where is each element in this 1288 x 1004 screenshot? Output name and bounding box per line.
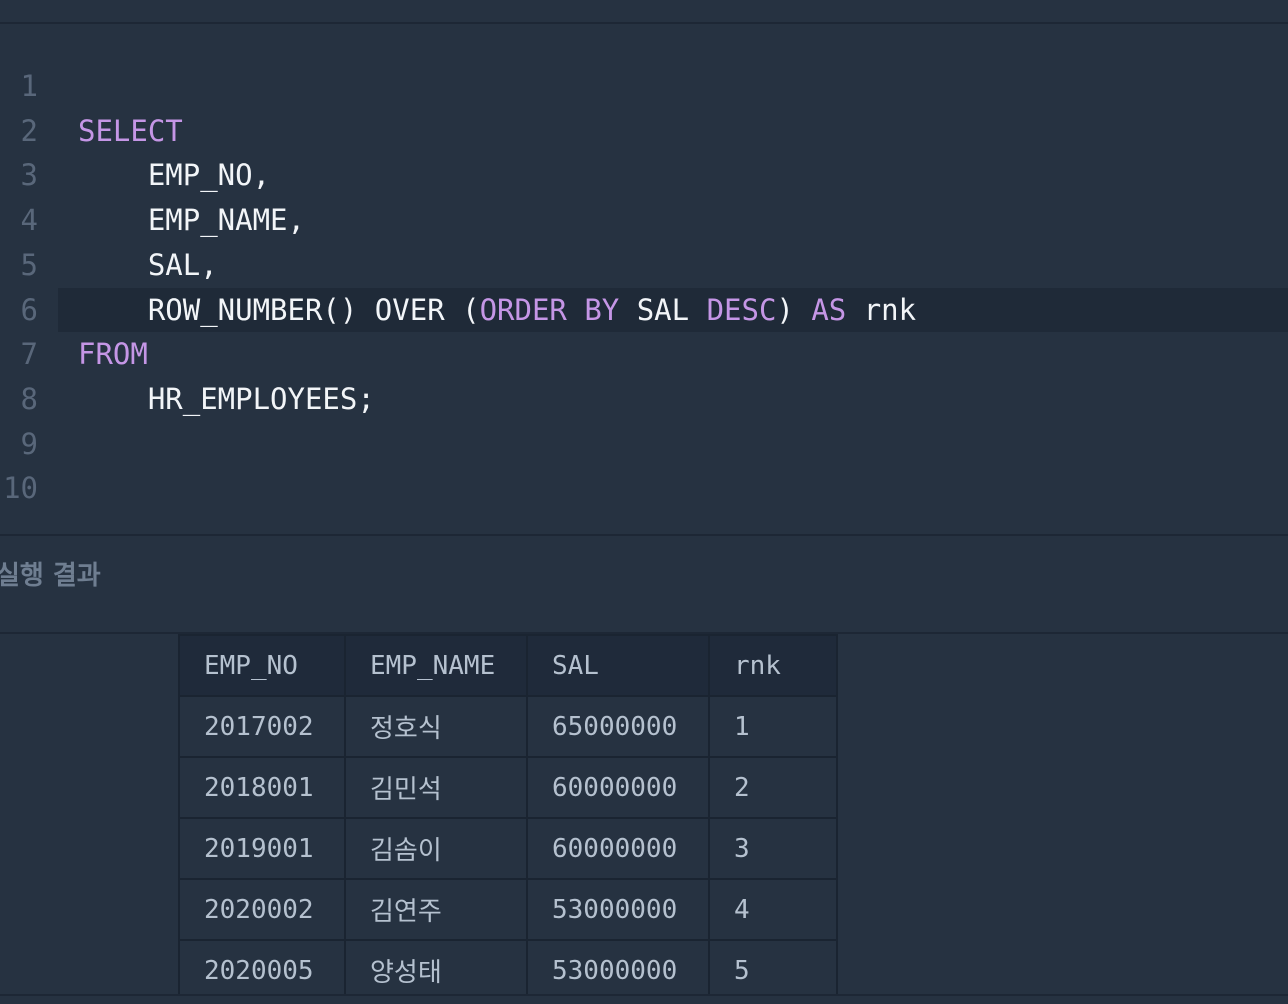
line-number: 8 (20, 381, 38, 416)
line-number: 7 (20, 337, 38, 372)
sql-text: EMP_NO, (78, 158, 271, 193)
result-title: 실행 결과 (0, 561, 101, 591)
cell-rnk: 5 (708, 939, 838, 994)
line-number: 9 (20, 426, 38, 461)
cell-rnk: 1 (708, 695, 838, 758)
cell-emp-name: 정호식 (344, 695, 528, 758)
line-code: EMP_NAME, (78, 198, 305, 242)
code-line[interactable]: 3 EMP_NO, (0, 153, 1288, 197)
sql-keyword: AS (811, 292, 847, 327)
line-code: EMP_NO, (78, 153, 270, 197)
column-header-emp-name: EMP_NAME (344, 634, 528, 697)
sql-text: HR_EMPLOYEES; (78, 381, 375, 416)
cell-rnk: 4 (708, 878, 838, 941)
sql-keyword: ORDER BY (479, 292, 620, 327)
result-header: 실행 결과 (0, 536, 1288, 632)
sql-text: EMP_NAME, (78, 203, 305, 238)
code-line[interactable]: 1 (0, 64, 1288, 108)
cell-emp-no: 2017002 (178, 695, 346, 758)
table-row: 2020002 김연주 53000000 4 (178, 878, 838, 941)
cell-sal: 60000000 (526, 817, 710, 880)
code-line[interactable]: 9 (0, 422, 1288, 466)
line-number: 6 (20, 292, 38, 327)
cell-emp-no: 2018001 (178, 756, 346, 819)
table-row: 2018001 김민석 60000000 2 (178, 756, 838, 819)
cell-sal: 53000000 (526, 878, 710, 941)
cell-emp-no: 2020002 (178, 878, 346, 941)
cell-rnk: 2 (708, 756, 838, 819)
column-header-sal: SAL (526, 634, 710, 697)
sql-text: ) (776, 292, 812, 327)
line-number: 5 (20, 247, 38, 282)
table-row: 2020005 양성태 53000000 5 (178, 939, 838, 994)
line-number: 2 (20, 113, 38, 148)
sql-keyword: DESC (706, 292, 777, 327)
cell-sal: 60000000 (526, 756, 710, 819)
code-line[interactable]: 10 (0, 466, 1288, 510)
sql-text: SAL, (78, 247, 218, 282)
cell-sal: 65000000 (526, 695, 710, 758)
line-number: 3 (20, 158, 38, 193)
line-code: ROW_NUMBER() OVER (ORDER BY SAL DESC) AS… (78, 288, 916, 332)
sql-text: ROW_NUMBER() OVER ( (78, 292, 480, 327)
sql-text: rnk (846, 292, 917, 327)
results-table: EMP_NO EMP_NAME SAL rnk 2017002 정호식 650000… (178, 634, 838, 994)
code-line[interactable]: 8 HR_EMPLOYEES; (0, 377, 1288, 421)
code-line[interactable]: 4 EMP_NAME, (0, 198, 1288, 242)
code-line[interactable]: 2 SELECT (0, 109, 1288, 153)
line-number: 4 (20, 203, 38, 238)
sql-keyword: SELECT (78, 113, 183, 148)
code-line[interactable]: 5 SAL, (0, 243, 1288, 287)
scrollbar-track (0, 994, 1288, 1004)
line-number: 10 (3, 471, 38, 506)
line-code: FROM (78, 332, 148, 376)
column-header-emp-no: EMP_NO (178, 634, 346, 697)
cell-sal: 53000000 (526, 939, 710, 994)
cell-emp-name: 양성태 (344, 939, 528, 994)
table-row: 2019001 김솜이 60000000 3 (178, 817, 838, 880)
line-number: 1 (20, 69, 38, 103)
sql-text: SAL (619, 292, 707, 327)
sql-keyword: FROM (78, 337, 148, 372)
editor-top-bar (0, 0, 1288, 24)
result-panel: EMP_NO EMP_NAME SAL rnk 2017002 정호식 650000… (0, 634, 1288, 994)
line-code: HR_EMPLOYEES; (78, 377, 375, 421)
cell-emp-no: 2019001 (178, 817, 346, 880)
line-code: SELECT (78, 109, 183, 153)
code-line[interactable]: 7 FROM (0, 332, 1288, 376)
cell-rnk: 3 (708, 817, 838, 880)
table-row: 2017002 정호식 65000000 1 (178, 695, 838, 758)
cell-emp-name: 김민석 (344, 756, 528, 819)
table-header-row: EMP_NO EMP_NAME SAL rnk (178, 634, 838, 697)
sql-editor[interactable]: 1 2 SELECT 3 EMP_NO, 4 EMP_NAME, 5 SAL, 6 ROW_… (0, 24, 1288, 534)
cell-emp-name: 김솜이 (344, 817, 528, 880)
cell-emp-name: 김연주 (344, 878, 528, 941)
column-header-rnk: rnk (708, 634, 838, 697)
cell-emp-no: 2020005 (178, 939, 346, 994)
code-line[interactable]: 6 ROW_NUMBER() OVER (ORDER BY SAL DESC) … (0, 287, 1288, 332)
line-code: SAL, (78, 243, 218, 287)
